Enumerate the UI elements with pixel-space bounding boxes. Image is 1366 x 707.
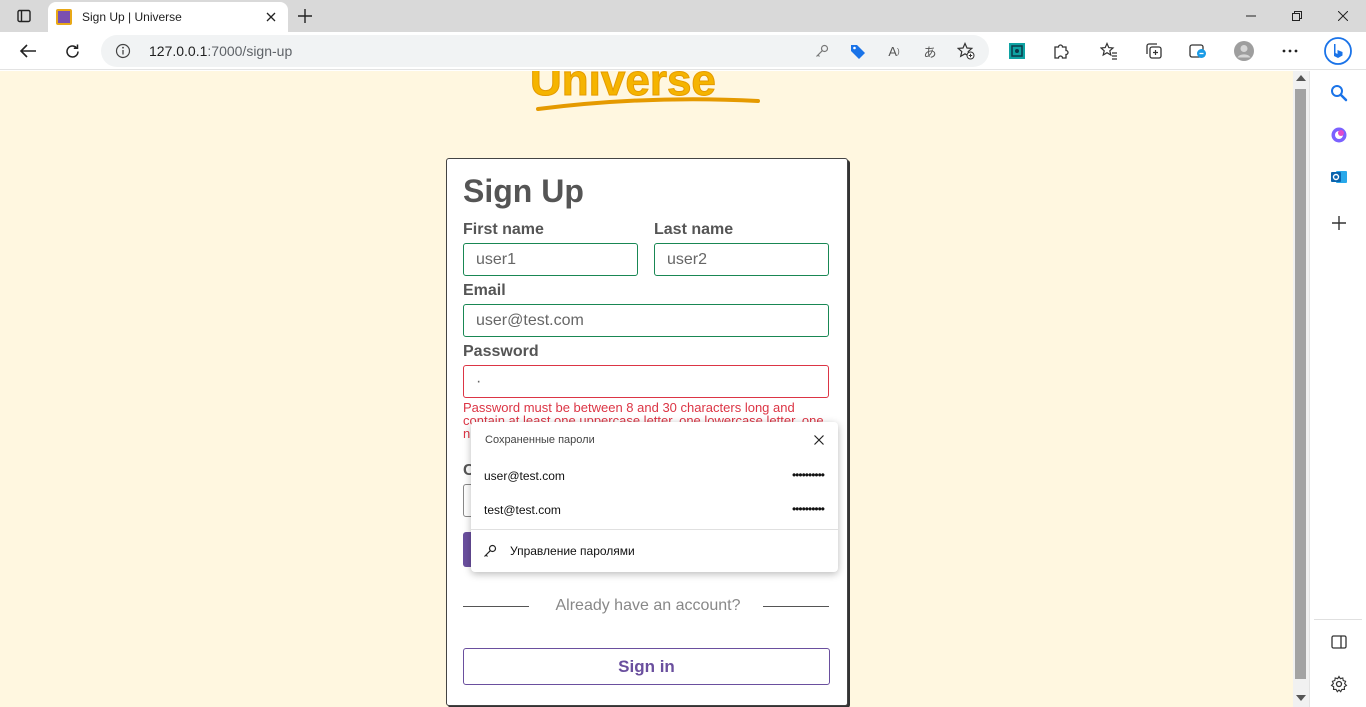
favorites-button[interactable] bbox=[1093, 36, 1125, 66]
extension-cube-icon bbox=[1009, 43, 1025, 59]
last-name-label: Last name bbox=[654, 221, 734, 238]
scroll-up-arrow-icon[interactable] bbox=[1296, 75, 1306, 81]
saved-passwords-popup: Сохраненные пароли user@test.com •••••••… bbox=[471, 422, 838, 572]
refresh-icon bbox=[65, 44, 79, 58]
bing-icon bbox=[1324, 37, 1352, 65]
extensions-button[interactable] bbox=[1045, 36, 1077, 66]
site-favicon-icon bbox=[56, 9, 72, 25]
sign-in-button[interactable]: Sign in bbox=[463, 648, 830, 685]
browser-toolbar: 127.0.0.1:7000/sign-up A) あ bbox=[0, 32, 1366, 70]
minimize-button[interactable] bbox=[1228, 0, 1274, 32]
popup-close-button[interactable] bbox=[811, 432, 827, 448]
saved-password-mask: •••••••••• bbox=[791, 502, 825, 516]
sidebar-search-button[interactable] bbox=[1328, 82, 1350, 104]
new-tab-button[interactable] bbox=[292, 4, 318, 28]
universe-logo: Universe bbox=[530, 71, 760, 111]
plus-icon bbox=[298, 9, 312, 23]
scrollbar-thumb[interactable] bbox=[1295, 89, 1306, 679]
sidebar-settings-button[interactable] bbox=[1328, 673, 1350, 695]
close-icon bbox=[1338, 11, 1348, 21]
extension-button[interactable] bbox=[1001, 36, 1033, 66]
collections-button[interactable] bbox=[1138, 36, 1170, 66]
saved-password-row[interactable]: user@test.com •••••••••• bbox=[471, 459, 838, 491]
close-icon bbox=[266, 12, 276, 22]
sidebar-outlook-button[interactable] bbox=[1328, 166, 1350, 188]
browser-tab[interactable]: Sign Up | Universe bbox=[48, 2, 288, 32]
sidebar-divider bbox=[1314, 619, 1362, 620]
close-window-button[interactable] bbox=[1320, 0, 1366, 32]
close-icon bbox=[814, 435, 824, 445]
sidebar-office-button[interactable] bbox=[1328, 124, 1350, 146]
scroll-down-arrow-icon[interactable] bbox=[1296, 695, 1306, 701]
saved-password-row[interactable]: test@test.com •••••••••• bbox=[471, 493, 838, 525]
search-icon bbox=[1331, 85, 1348, 102]
last-name-input[interactable]: user2 bbox=[654, 243, 829, 276]
favorites-star-icon bbox=[1100, 42, 1117, 60]
tab-actions-icon bbox=[17, 9, 31, 23]
bing-copilot-button[interactable] bbox=[1321, 36, 1355, 66]
shopping-tag-icon[interactable] bbox=[847, 41, 869, 61]
saved-password-mask: •••••••••• bbox=[791, 468, 825, 482]
url-text[interactable]: 127.0.0.1:7000/sign-up bbox=[149, 43, 292, 59]
password-key-icon[interactable] bbox=[811, 41, 833, 61]
tab-actions-button[interactable] bbox=[8, 4, 40, 28]
plus-icon bbox=[1332, 216, 1346, 230]
email-label: Email bbox=[463, 282, 506, 299]
settings-menu-button[interactable] bbox=[1274, 36, 1306, 66]
page-viewport: Universe Sign Up First name user1 Last n… bbox=[0, 71, 1293, 707]
popup-divider bbox=[471, 529, 838, 530]
back-button[interactable] bbox=[12, 36, 44, 66]
edge-essentials-icon bbox=[1189, 44, 1206, 58]
manage-passwords-link[interactable]: Управление паролями bbox=[483, 544, 635, 558]
profile-button[interactable] bbox=[1228, 36, 1260, 66]
restore-icon bbox=[1292, 11, 1302, 21]
avatar bbox=[1234, 41, 1254, 61]
address-bar[interactable]: 127.0.0.1:7000/sign-up A) あ bbox=[101, 35, 989, 67]
tab-close-button[interactable] bbox=[262, 8, 280, 26]
browser-essentials-button[interactable] bbox=[1182, 36, 1214, 66]
first-name-input[interactable]: user1 bbox=[463, 243, 638, 276]
url-path: :7000/sign-up bbox=[207, 43, 293, 59]
sidebar-panel-icon bbox=[1331, 635, 1347, 649]
key-icon bbox=[483, 544, 499, 558]
translate-icon[interactable]: あ bbox=[919, 41, 941, 61]
first-name-label: First name bbox=[463, 221, 544, 238]
popup-title: Сохраненные пароли bbox=[485, 434, 595, 446]
restore-button[interactable] bbox=[1274, 0, 1320, 32]
gear-icon bbox=[1330, 675, 1348, 693]
arrow-left-icon bbox=[19, 44, 36, 58]
puzzle-icon bbox=[1054, 44, 1069, 59]
manage-passwords-label: Управление паролями bbox=[510, 544, 635, 558]
tab-title: Sign Up | Universe bbox=[82, 10, 182, 24]
saved-username: user@test.com bbox=[484, 469, 565, 483]
password-input[interactable]: · bbox=[463, 365, 829, 398]
page-title: Sign Up bbox=[463, 173, 584, 209]
saved-username: test@test.com bbox=[484, 503, 561, 517]
info-icon[interactable] bbox=[115, 43, 131, 59]
url-host: 127.0.0.1 bbox=[149, 43, 208, 59]
refresh-button[interactable] bbox=[56, 36, 88, 66]
read-aloud-icon[interactable]: A) bbox=[883, 41, 905, 61]
office-icon bbox=[1331, 127, 1347, 143]
tab-strip: Sign Up | Universe bbox=[0, 0, 1366, 32]
page-scrollbar[interactable] bbox=[1293, 71, 1309, 707]
divider-line-right bbox=[763, 606, 829, 607]
more-dots-icon bbox=[1282, 49, 1298, 53]
minimize-icon bbox=[1246, 15, 1256, 17]
sidebar-hide-button[interactable] bbox=[1328, 631, 1350, 653]
edge-sidebar bbox=[1309, 71, 1366, 707]
outlook-icon bbox=[1331, 171, 1347, 183]
add-favorite-icon[interactable] bbox=[955, 41, 977, 61]
password-label: Password bbox=[463, 343, 539, 360]
email-input[interactable]: user@test.com bbox=[463, 304, 829, 337]
collections-icon bbox=[1146, 43, 1162, 59]
sidebar-add-button[interactable] bbox=[1328, 212, 1350, 234]
